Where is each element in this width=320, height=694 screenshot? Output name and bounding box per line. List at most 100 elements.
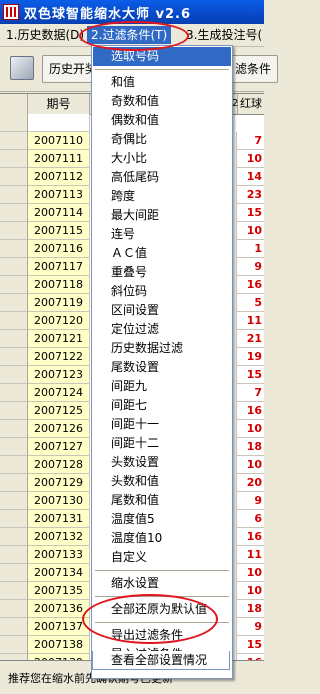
row-indicator[interactable] (0, 510, 28, 528)
issue-cell[interactable]: 2007125 (28, 402, 90, 420)
red-ball-cell[interactable]: 10 (236, 564, 264, 582)
row-indicator[interactable] (0, 132, 28, 150)
red-ball-cell[interactable]: 10 (236, 150, 264, 168)
menu-item-gap-nine[interactable]: 间距九 (93, 377, 231, 396)
issue-cell[interactable]: 2007111 (28, 150, 90, 168)
issue-cell[interactable]: 2007120 (28, 312, 90, 330)
red-ball-cell[interactable]: 15 (236, 204, 264, 222)
issue-cell[interactable] (28, 114, 90, 132)
row-indicator[interactable] (0, 348, 28, 366)
menu-item-position-filter[interactable]: 定位过滤 (93, 320, 231, 339)
red-ball-cell[interactable]: 14 (236, 168, 264, 186)
row-indicator[interactable] (0, 456, 28, 474)
red-ball-cell[interactable]: 15 (236, 366, 264, 384)
header-issue[interactable]: 期号 (28, 94, 90, 114)
issue-cell[interactable]: 2007134 (28, 564, 90, 582)
red-ball-cell[interactable]: 20 (236, 474, 264, 492)
red-ball-cell[interactable]: 1 (236, 240, 264, 258)
issue-cell[interactable]: 2007126 (28, 420, 90, 438)
menu-item-view-all-settings[interactable]: 查看全部设置情况 (92, 651, 230, 670)
red-ball-cell[interactable]: 16 (236, 276, 264, 294)
red-ball-cell[interactable]: 10 (236, 420, 264, 438)
issue-cell[interactable]: 2007121 (28, 330, 90, 348)
menu-item-history-filter[interactable]: 历史数据过滤 (93, 339, 231, 358)
issue-cell[interactable]: 2007116 (28, 240, 90, 258)
row-indicator[interactable] (0, 402, 28, 420)
issue-cell[interactable]: 2007137 (28, 618, 90, 636)
red-ball-cell[interactable]: 19 (236, 348, 264, 366)
menu-item-custom[interactable]: 自定义 (93, 548, 231, 567)
menu-item-temperature-10[interactable]: 温度值10 (93, 529, 231, 548)
red-ball-cell[interactable]: 10 (236, 222, 264, 240)
row-indicator[interactable] (0, 546, 28, 564)
red-ball-cell[interactable]: 7 (236, 384, 264, 402)
menu-item-overlap[interactable]: 重叠号 (93, 263, 231, 282)
issue-cell[interactable]: 2007138 (28, 636, 90, 654)
red-ball-cell[interactable]: 5 (236, 294, 264, 312)
row-indicator[interactable] (0, 330, 28, 348)
menu-generate-bets[interactable]: 3.生成投注号( (182, 26, 266, 44)
issue-cell[interactable]: 2007119 (28, 294, 90, 312)
red-ball-cell[interactable]: 21 (236, 330, 264, 348)
row-indicator[interactable] (0, 438, 28, 456)
row-indicator[interactable] (0, 474, 28, 492)
issue-cell[interactable]: 2007122 (28, 348, 90, 366)
issue-cell[interactable]: 2007130 (28, 492, 90, 510)
menu-item-gap-twelve[interactable]: 间距十二 (93, 434, 231, 453)
row-indicator[interactable] (0, 276, 28, 294)
row-indicator[interactable] (0, 294, 28, 312)
issue-cell[interactable]: 2007118 (28, 276, 90, 294)
row-indicator[interactable] (0, 204, 28, 222)
row-indicator[interactable] (0, 222, 28, 240)
red-ball-cell[interactable]: 10 (236, 582, 264, 600)
row-indicator[interactable] (0, 240, 28, 258)
menu-item-diagonal[interactable]: 斜位码 (93, 282, 231, 301)
menu-item-max-gap[interactable]: 最大间距 (93, 206, 231, 225)
row-indicator[interactable] (0, 636, 28, 654)
menu-item-gap-eleven[interactable]: 间距十一 (93, 415, 231, 434)
red-ball-cell[interactable]: 10 (236, 456, 264, 474)
row-indicator[interactable] (0, 384, 28, 402)
red-ball-cell[interactable]: 16 (236, 402, 264, 420)
red-ball-cell[interactable]: 9 (236, 258, 264, 276)
row-indicator[interactable] (0, 600, 28, 618)
issue-cell[interactable]: 2007127 (28, 438, 90, 456)
red-ball-cell[interactable]: 23 (236, 186, 264, 204)
row-indicator[interactable] (0, 312, 28, 330)
row-indicator[interactable] (0, 420, 28, 438)
row-indicator[interactable] (0, 528, 28, 546)
issue-cell[interactable]: 2007135 (28, 582, 90, 600)
row-indicator[interactable] (0, 150, 28, 168)
red-ball-cell[interactable]: 18 (236, 600, 264, 618)
issue-cell[interactable]: 2007133 (28, 546, 90, 564)
red-ball-cell[interactable]: 6 (236, 510, 264, 528)
row-indicator[interactable] (0, 186, 28, 204)
issue-cell[interactable]: 2007129 (28, 474, 90, 492)
menu-history-data[interactable]: 1.历史数据(D) (2, 26, 88, 44)
menu-filter-conditions[interactable]: 2.过滤条件(T) (87, 26, 172, 44)
menu-item-gap-seven[interactable]: 间距七 (93, 396, 231, 415)
red-ball-cell[interactable]: 18 (236, 438, 264, 456)
menu-item-temperature-5[interactable]: 温度值5 (93, 510, 231, 529)
filter-conditions-button[interactable]: 滤条件 (228, 55, 279, 83)
menu-item-range-settings[interactable]: 区间设置 (93, 301, 231, 320)
menu-item-head-settings[interactable]: 头数设置 (93, 453, 231, 472)
issue-cell[interactable]: 2007132 (28, 528, 90, 546)
issue-cell[interactable]: 2007117 (28, 258, 90, 276)
row-indicator[interactable] (0, 564, 28, 582)
menu-item-select-numbers[interactable]: 选取号码 (93, 47, 231, 66)
issue-cell[interactable]: 2007131 (28, 510, 90, 528)
menu-item-head-sum[interactable]: 头数和值 (93, 472, 231, 491)
row-indicator[interactable] (0, 492, 28, 510)
menu-item-shrink-settings[interactable]: 缩水设置 (93, 574, 231, 593)
menu-item-span[interactable]: 跨度 (93, 187, 231, 206)
red-ball-cell[interactable]: 9 (236, 618, 264, 636)
menu-item-restore-defaults[interactable]: 全部还原为默认值 (93, 600, 231, 619)
issue-cell[interactable]: 2007112 (28, 168, 90, 186)
menu-item-consecutive[interactable]: 连号 (93, 225, 231, 244)
red-ball-cell[interactable]: 9 (236, 492, 264, 510)
issue-cell[interactable]: 2007110 (28, 132, 90, 150)
red-ball-cell[interactable]: 16 (236, 528, 264, 546)
red-ball-cell[interactable]: 7 (236, 132, 264, 150)
menu-item-tail-sum[interactable]: 尾数和值 (93, 491, 231, 510)
